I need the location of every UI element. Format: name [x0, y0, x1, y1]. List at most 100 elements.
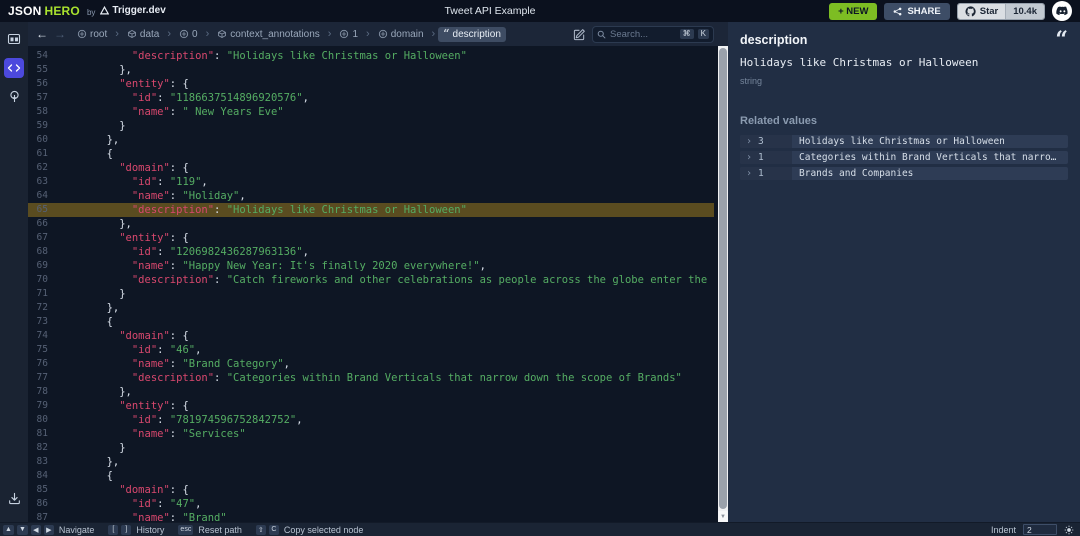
- editor-line-86[interactable]: 86 "id": "47",: [28, 497, 714, 511]
- github-star-button[interactable]: Star 10.4k: [957, 3, 1045, 20]
- editor-line-70[interactable]: 70 "description": "Catch fireworks and o…: [28, 273, 714, 287]
- editor-line-66[interactable]: 66 },: [28, 217, 714, 231]
- editor-line-61[interactable]: 61 {: [28, 147, 714, 161]
- breadcrumb-item-description[interactable]: “description: [438, 27, 506, 42]
- share-button[interactable]: SHARE: [884, 3, 949, 20]
- breadcrumb-item-1[interactable]: 1: [334, 27, 363, 42]
- code-text: "id": "119",: [50, 175, 208, 189]
- json-view-button[interactable]: [4, 58, 24, 78]
- editor-line-83[interactable]: 83 },: [28, 455, 714, 469]
- editor-line-85[interactable]: 85 "domain": {: [28, 483, 714, 497]
- top-actions: + NEW SHARE Star 10.4k: [829, 1, 1072, 21]
- tree-view-button[interactable]: [4, 87, 24, 107]
- theme-toggle-icon[interactable]: [1064, 525, 1074, 535]
- breadcrumb-item-0[interactable]: 0: [174, 27, 203, 42]
- editor-line-82[interactable]: 82 }: [28, 441, 714, 455]
- line-number: 69: [28, 259, 50, 273]
- code-text: }: [50, 441, 126, 455]
- path-toolbar: ← → root›data›0›context_annotations›1›do…: [28, 22, 728, 46]
- editor-line-67[interactable]: 67 "entity": {: [28, 231, 714, 245]
- line-number: 83: [28, 455, 50, 469]
- shortcut-reset-path[interactable]: escReset path: [178, 525, 241, 535]
- logo-by-text: by: [87, 8, 95, 17]
- shortcut-copy-selected-node[interactable]: ⇧CCopy selected node: [256, 525, 364, 535]
- chevron-right-icon: ›: [746, 153, 752, 163]
- new-button[interactable]: + NEW: [829, 3, 877, 20]
- editor-line-77[interactable]: 77 "description": "Categories within Bra…: [28, 371, 714, 385]
- code-text: "domain": {: [50, 161, 189, 175]
- editor-line-76[interactable]: 76 "name": "Brand Category",: [28, 357, 714, 371]
- editor-line-75[interactable]: 75 "id": "46",: [28, 343, 714, 357]
- line-number: 60: [28, 133, 50, 147]
- inspector-type-badge: string: [740, 76, 1068, 86]
- scrollbar-thumb[interactable]: [719, 48, 727, 509]
- discord-button[interactable]: [1052, 1, 1072, 21]
- trigger-dev-brand[interactable]: Trigger.dev: [100, 5, 165, 16]
- related-value-row[interactable]: ›1Categories within Brand Verticals that…: [740, 151, 1068, 164]
- code-text: "description": "Catch fireworks and othe…: [50, 273, 714, 287]
- breadcrumb-item-data[interactable]: data: [122, 27, 164, 42]
- line-number: 59: [28, 119, 50, 133]
- editor-line-87[interactable]: 87 "name": "Brand": [28, 511, 714, 522]
- editor-line-62[interactable]: 62 "domain": {: [28, 161, 714, 175]
- editor-line-69[interactable]: 69 "name": "Happy New Year: It's finally…: [28, 259, 714, 273]
- code-text: }: [50, 287, 126, 301]
- editor-line-58[interactable]: 58 "name": " New Years Eve": [28, 105, 714, 119]
- editor-scrollbar[interactable]: ▼: [718, 46, 728, 522]
- related-value-row[interactable]: ›3Holidays like Christmas or Halloween: [740, 135, 1068, 148]
- line-number: 68: [28, 245, 50, 259]
- string-type-icon: “: [443, 31, 449, 37]
- line-number: 67: [28, 231, 50, 245]
- editor-line-72[interactable]: 72 },: [28, 301, 714, 315]
- editor-line-63[interactable]: 63 "id": "119",: [28, 175, 714, 189]
- editor-line-55[interactable]: 55 },: [28, 63, 714, 77]
- editor-pane: ← → root›data›0›context_annotations›1›do…: [28, 22, 728, 522]
- related-value-text: Holidays like Christmas or Halloween: [792, 136, 1068, 147]
- editor-line-68[interactable]: 68 "id": "1206982436287963136",: [28, 245, 714, 259]
- shortcut-navigate[interactable]: ▲▼◀▶Navigate: [3, 525, 94, 535]
- shortcut-history[interactable]: []History: [108, 525, 164, 535]
- breadcrumb-item-domain[interactable]: domain: [373, 27, 429, 42]
- editor-line-79[interactable]: 79 "entity": {: [28, 399, 714, 413]
- editor-line-73[interactable]: 73 {: [28, 315, 714, 329]
- code-text: "name": "Happy New Year: It's finally 20…: [50, 259, 486, 273]
- breadcrumb-item-context_annotations[interactable]: context_annotations: [212, 27, 325, 42]
- edit-document-button[interactable]: [573, 28, 586, 41]
- back-arrow-button[interactable]: ←: [36, 28, 48, 40]
- line-number: 84: [28, 469, 50, 483]
- editor-line-84[interactable]: 84 {: [28, 469, 714, 483]
- code-text: "entity": {: [50, 77, 189, 91]
- code-text: },: [50, 133, 119, 147]
- editor-line-65[interactable]: 65 "description": "Holidays like Christm…: [28, 203, 714, 217]
- logo-hero-text: HERO: [44, 4, 79, 18]
- breadcrumb-item-root[interactable]: root: [72, 27, 112, 42]
- editor-line-57[interactable]: 57 "id": "1186637514896920576",: [28, 91, 714, 105]
- editor-line-59[interactable]: 59 }: [28, 119, 714, 133]
- related-value-row[interactable]: ›1Brands and Companies: [740, 167, 1068, 180]
- code-text: "id": "781974596752842752",: [50, 413, 303, 427]
- json-editor[interactable]: 54 "description": "Holidays like Christm…: [28, 46, 728, 522]
- related-value-count: 1: [758, 168, 764, 179]
- editor-line-71[interactable]: 71 }: [28, 287, 714, 301]
- editor-line-81[interactable]: 81 "name": "Services": [28, 427, 714, 441]
- editor-line-74[interactable]: 74 "domain": {: [28, 329, 714, 343]
- edit-pencil-icon: [573, 28, 586, 41]
- editor-line-56[interactable]: 56 "entity": {: [28, 77, 714, 91]
- scrollbar-down-arrow[interactable]: ▼: [718, 511, 728, 522]
- search-input[interactable]: Search... ⌘ K: [592, 26, 714, 43]
- forward-arrow-button[interactable]: →: [54, 28, 66, 40]
- line-number: 81: [28, 427, 50, 441]
- editor-line-80[interactable]: 80 "id": "781974596752842752",: [28, 413, 714, 427]
- indent-input[interactable]: [1023, 524, 1057, 535]
- editor-line-78[interactable]: 78 },: [28, 385, 714, 399]
- app-logo[interactable]: JSON HERO by Trigger.dev: [8, 4, 166, 18]
- editor-line-64[interactable]: 64 "name": "Holiday",: [28, 189, 714, 203]
- code-text: "description": "Categories within Brand …: [50, 371, 682, 385]
- editor-line-60[interactable]: 60 },: [28, 133, 714, 147]
- editor-line-54[interactable]: 54 "description": "Holidays like Christm…: [28, 49, 714, 63]
- column-view-button[interactable]: [4, 29, 24, 49]
- key-badge: ◀: [31, 525, 41, 535]
- indent-label: Indent: [991, 525, 1016, 535]
- breadcrumb-separator-icon: ›: [206, 28, 210, 40]
- download-button[interactable]: [4, 488, 24, 508]
